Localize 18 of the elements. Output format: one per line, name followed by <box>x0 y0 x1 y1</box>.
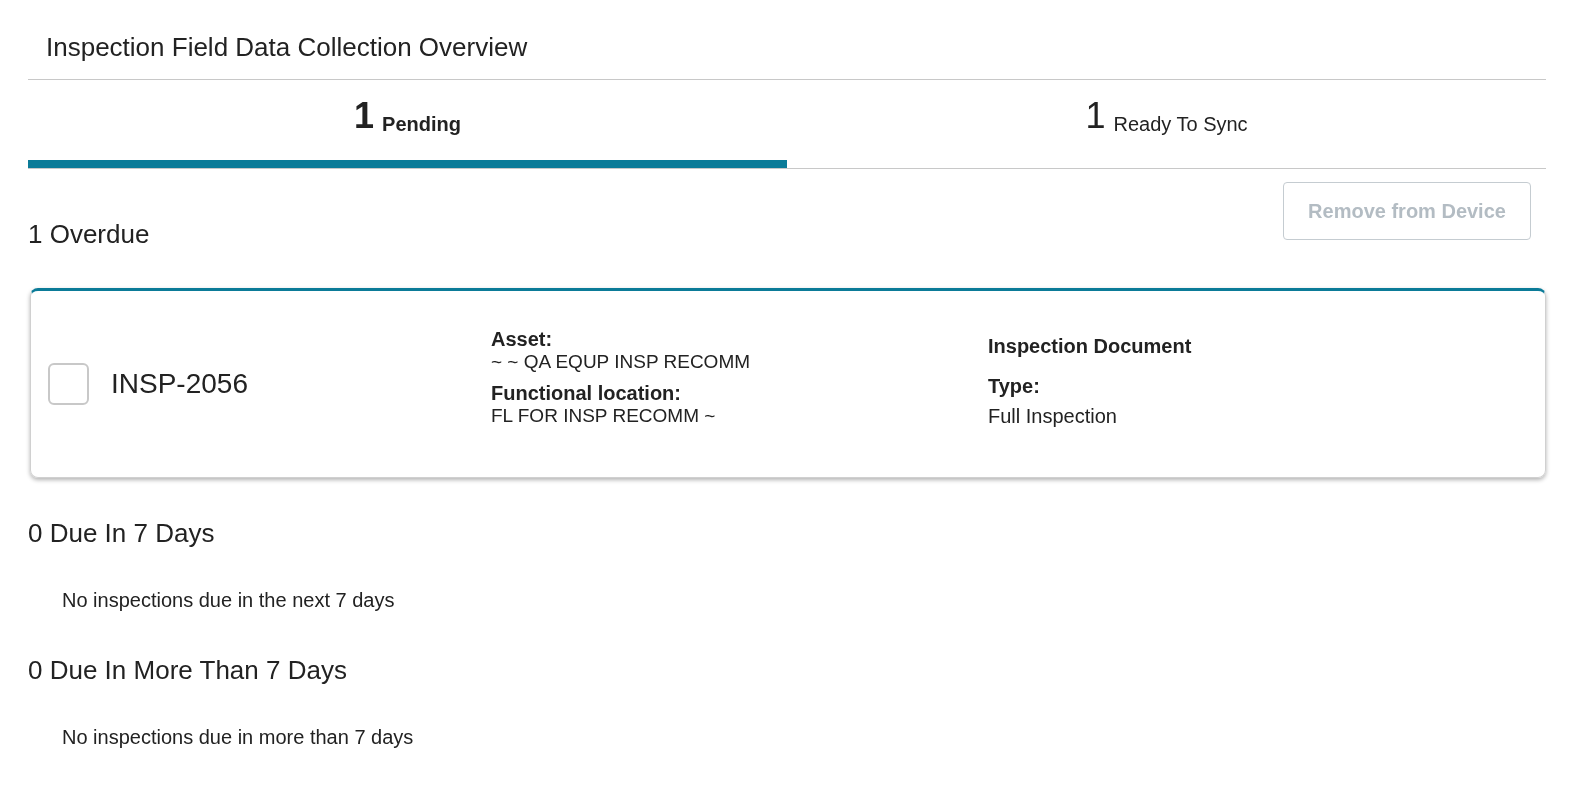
status-tab[interactable]: 1 Ready To Sync <box>787 80 1546 168</box>
document-title: Inspection Document <box>988 334 1192 359</box>
empty-message: No inspections due in more than 7 days <box>62 725 414 750</box>
status-tab[interactable]: 1 Pending <box>28 80 787 168</box>
field-label: Type: <box>988 374 1040 399</box>
empty-message: No inspections due in the next 7 days <box>62 588 395 613</box>
inspection-card[interactable]: INSP-2056 Asset: ~ ~ QA EQUP INSP RECOMM Functional location: FL FOR INSP RECOMM ~ Inspection Document Type: Full Inspection <box>30 288 1546 478</box>
field-label: Functional location: <box>491 381 681 405</box>
field-value: FL FOR INSP RECOMM ~ <box>491 405 716 427</box>
inspection-id: INSP-2056 <box>111 367 248 401</box>
field-value: ~ ~ QA EQUP INSP RECOMM <box>491 351 751 373</box>
field-value: Full Inspection <box>988 404 1117 429</box>
section-heading: 0 Due In More Than 7 Days <box>28 654 347 687</box>
page-title: Inspection Field Data Collection Overview <box>45 31 528 64</box>
section-heading: 1 Overdue <box>28 218 150 251</box>
field-label: Asset: <box>491 327 553 351</box>
section-heading: 0 Due In 7 Days <box>28 517 215 550</box>
checkbox[interactable] <box>48 363 89 405</box>
